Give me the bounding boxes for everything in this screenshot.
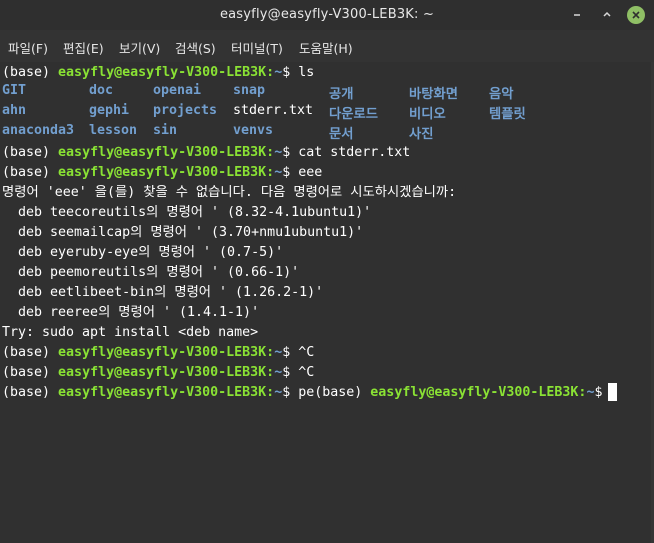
menu-search[interactable]: 검색(S) [175, 38, 216, 57]
close-icon[interactable] [627, 6, 645, 24]
ls-item: 비디오 [409, 107, 446, 122]
prompt-env: (base) [2, 365, 59, 380]
terminal-line: (base) easyfly@easyfly-V300-LEB3K:~$ eee [2, 163, 322, 183]
ls-item: anaconda3 [2, 123, 75, 138]
suggestion-line: deb peemoreutils의 명령어 ' (0.66-1)' [2, 265, 300, 280]
suggestion-line: deb reeree의 명령어 ' (1.4.1-1)' [2, 305, 260, 320]
ls-item: ahn [2, 103, 27, 118]
terminal-line-current: (base) easyfly@easyfly-V300-LEB3K:~$ pe(… [2, 383, 610, 403]
ls-item: GIT [2, 83, 27, 98]
command-text: ^C [298, 365, 315, 380]
typed-text: pe [298, 385, 315, 400]
ls-item: doc [89, 83, 114, 98]
window-title: easyfly@easyfly-V300-LEB3K: ~ [219, 7, 435, 22]
prompt-env: (base) [314, 385, 371, 400]
prompt-symbol: $ [282, 345, 299, 360]
ls-item: stderr.txt [233, 103, 314, 118]
menu-bar: 파일(F) 편집(E) 보기(V) 검색(S) 터미널(T) 도움말(H) [0, 30, 654, 62]
ls-item: 사진 [409, 127, 434, 142]
command-text: ^C [298, 345, 315, 360]
prompt-symbol: $ [282, 365, 299, 380]
minimize-icon[interactable] [568, 6, 586, 24]
title-bar: easyfly@easyfly-V300-LEB3K: ~ [0, 0, 654, 30]
suggestion-line: deb eetlibeet-bin의 명령어 ' (1.26.2-1)' [2, 285, 324, 300]
prompt-symbol: $ [282, 385, 299, 400]
terminal-output[interactable]: (base) easyfly@easyfly-V300-LEB3K:~$ ls … [0, 62, 654, 543]
ls-item: 음악 [489, 87, 514, 102]
terminal-line: (base) easyfly@easyfly-V300-LEB3K:~$ ^C [2, 363, 314, 383]
text-cursor [608, 383, 617, 401]
terminal-line: (base) easyfly@easyfly-V300-LEB3K:~$ ^C [2, 343, 314, 363]
ls-item: 문서 [329, 127, 354, 142]
prompt-userhost: easyfly@easyfly-V300-LEB3K: [58, 165, 275, 180]
menu-help[interactable]: 도움말(H) [299, 38, 353, 57]
menu-edit[interactable]: 편집(E) [63, 38, 104, 57]
suggestion-line: deb seemailcap의 명령어 ' (3.70+nmu1ubuntu1)… [2, 225, 364, 240]
prompt-symbol: $ [282, 165, 299, 180]
menu-file[interactable]: 파일(F) [8, 38, 48, 57]
command-text: eee [298, 165, 323, 180]
menu-view[interactable]: 보기(V) [119, 38, 160, 57]
ls-item: lesson [89, 123, 138, 138]
maximize-icon[interactable] [598, 6, 616, 24]
ls-item: gephi [89, 103, 130, 118]
prompt-userhost: easyfly@easyfly-V300-LEB3K: [58, 145, 275, 160]
prompt-userhost: easyfly@easyfly-V300-LEB3K: [58, 385, 275, 400]
suggestion-line: deb teecoreutils의 명령어 ' (8.32-4.1ubuntu1… [2, 205, 372, 220]
prompt-userhost: easyfly@easyfly-V300-LEB3K: [58, 65, 275, 80]
prompt-symbol: $ [282, 145, 299, 160]
ls-item: 공개 [329, 87, 354, 102]
try-hint: Try: sudo apt install <deb name> [2, 325, 259, 340]
prompt-env: (base) [2, 345, 59, 360]
prompt-env: (base) [2, 145, 59, 160]
prompt-env: (base) [2, 65, 59, 80]
terminal-line: (base) easyfly@easyfly-V300-LEB3K:~$ cat… [2, 143, 410, 163]
ls-item: 바탕화면 [409, 87, 458, 102]
ls-item: projects [153, 103, 218, 118]
ls-item: venvs [233, 123, 274, 138]
command-text: ls [298, 65, 315, 80]
prompt-userhost: easyfly@easyfly-V300-LEB3K: [370, 385, 587, 400]
menu-terminal[interactable]: 터미널(T) [231, 38, 283, 57]
prompt-symbol: $ [282, 65, 299, 80]
ls-item: 다운로드 [329, 107, 378, 122]
ls-item: snap [233, 83, 266, 98]
ls-item: 템플릿 [489, 107, 526, 122]
command-text: cat stderr.txt [298, 145, 411, 160]
prompt-env: (base) [2, 165, 59, 180]
prompt-env: (base) [2, 385, 59, 400]
prompt-userhost: easyfly@easyfly-V300-LEB3K: [58, 345, 275, 360]
not-found-message: 명령어 'eee' 을(를) 찾을 수 없습니다. 다음 명령어로 시도하시겠습… [2, 185, 457, 200]
ls-item: openai [153, 83, 202, 98]
terminal-window: easyfly@easyfly-V300-LEB3K: ~ 파일(F) 편집(E… [0, 0, 654, 543]
suggestion-line: deb eyeruby-eye의 명령어 ' (0.7-5)' [2, 245, 284, 260]
ls-item: sin [153, 123, 178, 138]
prompt-userhost: easyfly@easyfly-V300-LEB3K: [58, 365, 275, 380]
terminal-line: (base) easyfly@easyfly-V300-LEB3K:~$ ls [2, 63, 314, 83]
